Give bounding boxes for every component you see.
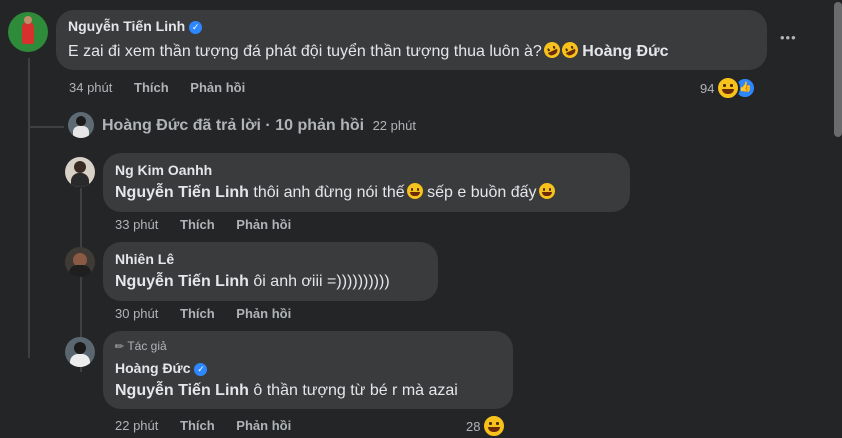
mention-link[interactable]: Hoàng Đức bbox=[582, 43, 668, 60]
reply-author[interactable]: Hoàng Đức ✓ bbox=[115, 360, 208, 376]
mention-link[interactable]: Nguyễn Tiến Linh bbox=[115, 184, 249, 201]
reply-text: Nguyễn Tiến Linh ô thần tượng từ bé r mà… bbox=[115, 382, 458, 400]
grin-emoji-icon bbox=[406, 183, 423, 199]
reply-text: Nguyễn Tiến Linh thôi anh đừng nói thế s… bbox=[115, 183, 555, 202]
avatar[interactable] bbox=[65, 157, 95, 187]
thread-line bbox=[28, 58, 30, 358]
reply-summary-text[interactable]: Hoàng Đức đã trả lời · 10 phản hồi bbox=[102, 117, 364, 134]
reaction-count: 94 bbox=[700, 80, 715, 96]
reply-time[interactable]: 22 phút bbox=[115, 418, 158, 433]
reaction-count: 28 bbox=[466, 418, 481, 434]
reply-author[interactable]: Nhiên Lê bbox=[115, 251, 174, 267]
reply-button[interactable]: Phản hồi bbox=[236, 217, 291, 232]
comment-text-body: E zai đi xem thần tượng đá phát đội tuyể… bbox=[68, 43, 542, 60]
avatar[interactable] bbox=[8, 12, 48, 52]
reply-button[interactable]: Phản hồi bbox=[190, 80, 245, 95]
haha-emoji-icon bbox=[482, 414, 507, 438]
reply-text-body: sếp e buồn đấy bbox=[427, 184, 537, 201]
scrollbar-thumb[interactable] bbox=[834, 2, 842, 137]
reply-bubble: ✎ Tác giả Hoàng Đức ✓ Nguyễn Tiến Linh ô … bbox=[103, 331, 513, 409]
more-options-icon: ••• bbox=[780, 30, 797, 45]
avatar bbox=[68, 112, 94, 138]
author-badge: ✎ Tác giả bbox=[112, 339, 167, 355]
avatar[interactable] bbox=[65, 337, 95, 367]
comment-author[interactable]: Nguyễn Tiến Linh ✓ bbox=[68, 18, 203, 34]
haha-emoji-icon bbox=[716, 76, 741, 100]
reply-time[interactable]: 33 phút bbox=[115, 217, 158, 232]
comment-text: E zai đi xem thần tượng đá phát đội tuyể… bbox=[68, 39, 669, 61]
mention-link[interactable]: Nguyễn Tiến Linh bbox=[115, 273, 249, 290]
like-button[interactable]: Thích bbox=[134, 80, 169, 95]
reaction-summary[interactable]: 28 bbox=[466, 414, 507, 438]
more-options-button[interactable]: ••• bbox=[780, 30, 800, 50]
reply-text: Nguyễn Tiến Linh ôi anh ơiii =)))))))))) bbox=[115, 273, 390, 291]
rofl-emoji-icon bbox=[541, 39, 563, 61]
like-button[interactable]: Thích bbox=[180, 306, 215, 321]
reply-bubble: Ng Kim Oanhh Nguyễn Tiến Linh thôi anh đ… bbox=[103, 153, 630, 212]
rofl-emoji-icon bbox=[559, 39, 581, 61]
reply-actions: 33 phút Thích Phản hồi bbox=[115, 217, 291, 232]
grin-emoji-icon bbox=[538, 183, 555, 199]
reaction-summary[interactable]: 94 👍 bbox=[700, 76, 757, 100]
like-button[interactable]: Thích bbox=[180, 217, 215, 232]
reply-time[interactable]: 30 phút bbox=[115, 306, 158, 321]
verified-badge-icon: ✓ bbox=[189, 21, 203, 34]
reply-text-body: ô thần tượng từ bé r mà azai bbox=[253, 382, 458, 399]
comment-bubble: Nguyễn Tiến Linh ✓ E zai đi xem thần tượn… bbox=[56, 10, 767, 70]
pen-icon: ✎ bbox=[112, 339, 128, 355]
author-name[interactable]: Hoàng Đức bbox=[115, 360, 190, 376]
avatar[interactable] bbox=[65, 247, 95, 277]
mention-link[interactable]: Nguyễn Tiến Linh bbox=[115, 382, 249, 399]
reply-actions: 22 phút Thích Phản hồi bbox=[115, 418, 291, 433]
reply-bubble: Nhiên Lê Nguyễn Tiến Linh ôi anh ơiii =)… bbox=[103, 242, 438, 301]
reply-button[interactable]: Phản hồi bbox=[236, 306, 291, 321]
thread-line bbox=[28, 126, 64, 128]
reply-text-body: ôi anh ơiii =)))))))))) bbox=[253, 273, 390, 290]
reply-author[interactable]: Ng Kim Oanhh bbox=[115, 162, 212, 178]
verified-badge-icon: ✓ bbox=[194, 363, 208, 376]
author-name[interactable]: Nguyễn Tiến Linh bbox=[68, 18, 185, 34]
author-badge-label: Tác giả bbox=[127, 339, 167, 353]
reply-actions: 30 phút Thích Phản hồi bbox=[115, 306, 291, 321]
reply-summary-time: 22 phút bbox=[372, 118, 416, 133]
scrollbar[interactable] bbox=[832, 0, 842, 435]
comment-time[interactable]: 34 phút bbox=[69, 80, 112, 95]
reply-summary[interactable]: Hoàng Đức đã trả lời · 10 phản hồi 22 ph… bbox=[102, 117, 416, 135]
reply-button[interactable]: Phản hồi bbox=[236, 418, 291, 433]
reply-text-body: thôi anh đừng nói thế bbox=[253, 184, 405, 201]
like-button[interactable]: Thích bbox=[180, 418, 215, 433]
comment-actions: 34 phút Thích Phản hồi bbox=[69, 80, 245, 95]
